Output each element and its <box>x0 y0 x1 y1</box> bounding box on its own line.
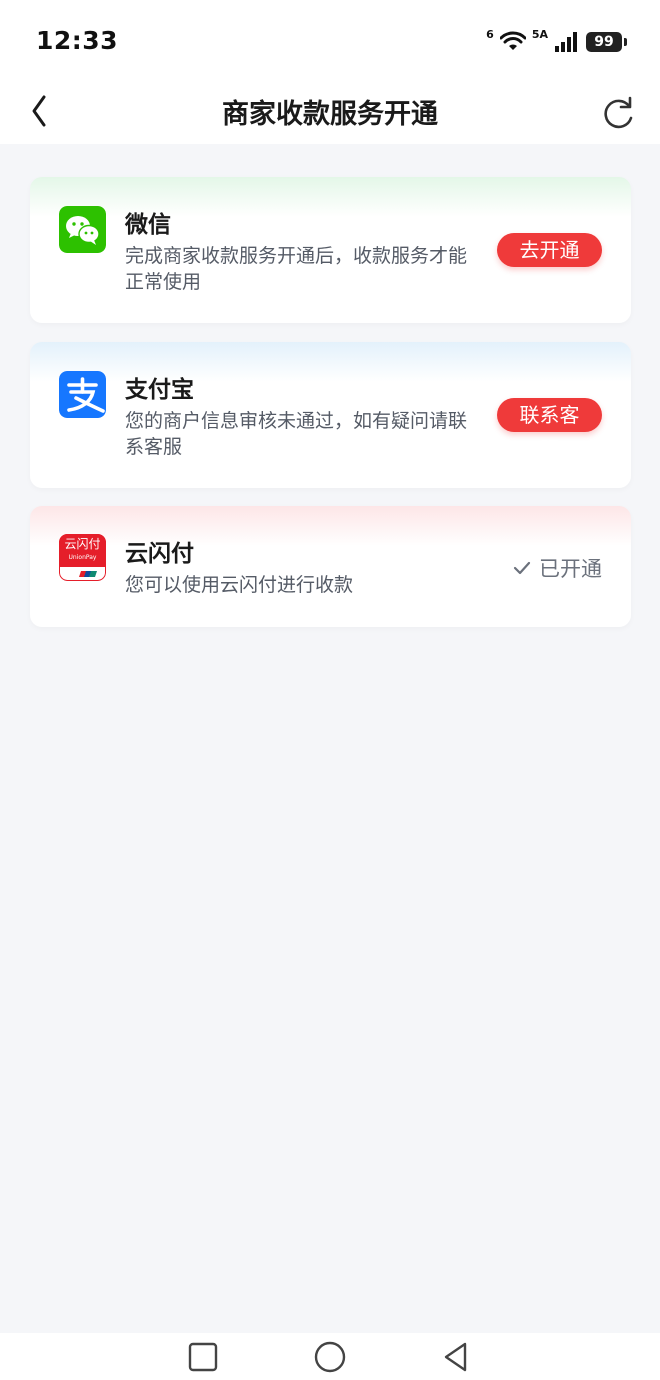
status-badge: 已开通 <box>513 553 602 583</box>
unionpay-logo-subtext: UnionPay <box>68 554 97 561</box>
wifi-icon <box>499 31 526 50</box>
contact-support-button[interactable]: 联系客服 <box>497 398 602 461</box>
service-description: 您的商户信息审核未通过，如有疑问请联系客服 <box>125 410 468 458</box>
triangle-back-icon <box>444 1342 467 1372</box>
service-name: 微信 <box>125 212 171 238</box>
service-card-alipay: 支付宝 您的商户信息审核未通过，如有疑问请联系客服 联系客服 <box>30 342 631 488</box>
battery-icon: 99 <box>586 32 627 52</box>
service-description: 您可以使用云闪付进行收款 <box>125 574 354 596</box>
service-name: 支付宝 <box>125 377 194 403</box>
activate-button[interactable]: 去开通 <box>497 233 602 267</box>
page-header: 商家收款服务开通 <box>0 80 660 144</box>
square-icon <box>188 1342 218 1372</box>
service-card-wechat: 微信 完成商家收款服务开通后，收款服务才能正常使用 去开通 <box>30 177 631 323</box>
clock: 12:33 <box>36 26 119 55</box>
service-name: 云闪付 <box>125 541 194 567</box>
home-button[interactable] <box>312 1339 348 1375</box>
unionpay-logo-icon: 云闪付 UnionPay <box>59 534 106 581</box>
refresh-icon <box>604 96 633 129</box>
alipay-logo-icon <box>59 371 106 418</box>
status-bar: 12:33 6 5A 99 <box>0 0 660 80</box>
circle-icon <box>314 1341 346 1373</box>
back-nav-button[interactable] <box>438 1339 474 1375</box>
cellular-signal-icon <box>555 32 577 52</box>
network-type: 5A <box>531 27 548 41</box>
status-icons: 6 5A 99 <box>486 27 627 56</box>
service-card-unionpay: 云闪付 UnionPay 云闪付 您可以使用云闪付进行收款 已开通 <box>30 506 631 627</box>
network-tag: 6 <box>486 27 494 41</box>
unionpay-logo-text: 云闪付 <box>64 537 101 551</box>
system-navigation-bar <box>0 1333 660 1380</box>
recent-apps-button[interactable] <box>185 1339 221 1375</box>
service-description: 完成商家收款服务开通后，收款服务才能正常使用 <box>125 245 468 293</box>
status-label: 已开通 <box>539 557 602 581</box>
checkmark-icon <box>513 561 531 575</box>
wechat-logo-icon <box>59 206 106 253</box>
page-title: 商家收款服务开通 <box>222 99 438 130</box>
refresh-button[interactable] <box>598 90 640 134</box>
